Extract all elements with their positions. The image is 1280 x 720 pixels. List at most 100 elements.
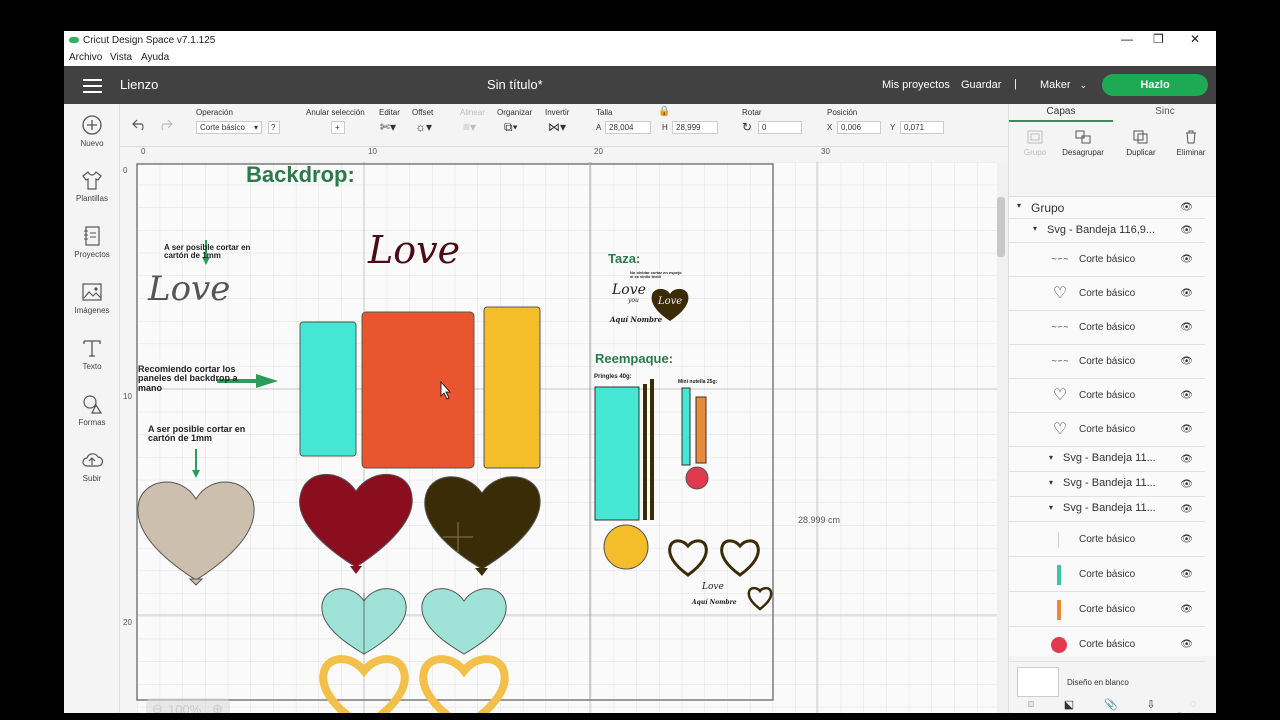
- x-input[interactable]: 0,006: [837, 121, 881, 134]
- eye-icon[interactable]: 👁: [1180, 356, 1193, 367]
- lock-icon[interactable]: 🔒: [658, 106, 670, 117]
- layer-row-subgroup[interactable]: ▾ Svg - Bandeja 11... 👁: [1009, 497, 1205, 522]
- note-cut-cardboard[interactable]: A ser posible cortar en cartón de 1mm: [148, 424, 248, 444]
- reempaque-title[interactable]: Reempaque:: [595, 352, 673, 366]
- collapse-icon[interactable]: ▾: [1017, 201, 1021, 210]
- layer-row-item[interactable]: Corte básico 👁: [1009, 627, 1205, 662]
- backdrop-title[interactable]: Backdrop:: [246, 163, 355, 186]
- love-script-gray[interactable]: Love: [148, 271, 230, 308]
- menu-vista[interactable]: Vista: [110, 52, 132, 63]
- sidebar-item-proyectos[interactable]: Proyectos: [64, 225, 120, 259]
- layer-row-item[interactable]: Corte básico 👁: [1009, 522, 1205, 557]
- eye-icon[interactable]: 👁: [1180, 225, 1193, 236]
- eye-icon[interactable]: 👁: [1180, 424, 1193, 435]
- layer-row-item[interactable]: ∼∽∼ Corte básico 👁: [1009, 243, 1205, 277]
- eye-icon[interactable]: 👁: [1180, 534, 1193, 545]
- my-projects-link[interactable]: Mis proyectos: [882, 79, 950, 91]
- undo-icon[interactable]: [132, 117, 148, 131]
- sidebar-item-imagenes[interactable]: Imágenes: [64, 281, 120, 315]
- attach-button[interactable]: 📎Adjuntar: [1089, 698, 1133, 713]
- taza-note[interactable]: No olvidar cortar en espejo si es vinilo…: [630, 270, 686, 279]
- canvas-scrollbar[interactable]: [997, 197, 1005, 257]
- close-button[interactable]: ✕: [1190, 32, 1200, 46]
- pringles-lid[interactable]: [603, 524, 649, 570]
- flip-icon[interactable]: ⋈▾: [548, 120, 566, 134]
- make-it-button[interactable]: Hazlo: [1102, 74, 1208, 96]
- eye-icon[interactable]: 👁: [1180, 504, 1193, 515]
- width-input[interactable]: 28,004: [605, 121, 651, 134]
- pringles-label[interactable]: Pringles 40g:: [594, 374, 632, 380]
- layer-row-item[interactable]: ♡ Corte básico 👁: [1009, 379, 1205, 413]
- eye-icon[interactable]: 👁: [1180, 390, 1193, 401]
- help-button[interactable]: ?: [268, 121, 280, 134]
- sidebar-item-texto[interactable]: Texto: [64, 337, 120, 371]
- sidebar-item-nuevo[interactable]: Nuevo: [64, 114, 120, 148]
- hamburger-menu-icon[interactable]: [83, 79, 102, 93]
- layer-row-item[interactable]: ∼∽∼ Corte básico 👁: [1009, 311, 1205, 345]
- eye-icon[interactable]: 👁: [1180, 569, 1193, 580]
- edit-tools-icon[interactable]: ✄▾: [380, 120, 396, 134]
- ungroup-button[interactable]: Desagrupar: [1057, 130, 1109, 157]
- panel-orange[interactable]: [361, 311, 475, 469]
- eye-icon[interactable]: 👁: [1180, 604, 1193, 615]
- layer-row-group[interactable]: ▾ Grupo 👁: [1009, 197, 1205, 219]
- love-script-dark[interactable]: Love: [368, 230, 460, 271]
- zoom-in-icon[interactable]: ⊕: [212, 701, 223, 713]
- taza-title[interactable]: Taza:: [608, 252, 640, 266]
- eye-icon[interactable]: 👁: [1180, 202, 1193, 213]
- panel-yellow[interactable]: [483, 306, 541, 469]
- redo-icon[interactable]: [157, 117, 173, 131]
- note-cut-cardboard[interactable]: A ser posible cortar en cartón de 1mm: [164, 243, 259, 261]
- collapse-icon[interactable]: ▾: [1033, 224, 1037, 233]
- note-hand-cut[interactable]: Recomiendo cortar los paneles del backdr…: [138, 364, 238, 393]
- eye-icon[interactable]: 👁: [1180, 322, 1193, 333]
- sidebar-item-formas[interactable]: Formas: [64, 393, 120, 427]
- sidebar-item-subir[interactable]: Subir: [64, 449, 120, 483]
- tab-sinc[interactable]: Sinc: [1113, 106, 1216, 122]
- nutella-wrap[interactable]: [681, 387, 691, 466]
- panel-turquoise[interactable]: [299, 321, 357, 457]
- zoom-out-icon[interactable]: ⊖: [152, 701, 163, 713]
- small-name[interactable]: Aquí Nombre: [692, 599, 737, 606]
- tab-capas[interactable]: Capas: [1009, 106, 1113, 122]
- layer-row-item[interactable]: Corte básico 👁: [1009, 592, 1205, 627]
- deselect-button[interactable]: +: [331, 121, 345, 134]
- flatten-button[interactable]: ⇩Aplanar: [1129, 698, 1173, 713]
- small-love[interactable]: Love: [702, 582, 724, 592]
- eye-icon[interactable]: 👁: [1180, 479, 1193, 490]
- eye-icon[interactable]: 👁: [1180, 254, 1193, 265]
- duplicate-button[interactable]: Duplicar: [1115, 130, 1167, 157]
- rotate-input[interactable]: 0: [758, 121, 802, 134]
- offset-icon[interactable]: ☼▾: [415, 120, 432, 134]
- operation-select[interactable]: Corte básico ▾: [196, 121, 262, 134]
- collapse-icon[interactable]: ▾: [1049, 503, 1053, 512]
- eye-icon[interactable]: 👁: [1180, 454, 1193, 465]
- layer-row-subgroup[interactable]: ▾ Svg - Bandeja 11... 👁: [1009, 472, 1205, 497]
- layer-row-subgroup[interactable]: ▾ Svg - Bandeja 11... 👁: [1009, 447, 1205, 472]
- zoom-control[interactable]: ⊖ 100% ⊕: [146, 698, 230, 713]
- design-canvas[interactable]: 0 10 20 30 0 10 20 Backdrop: A ser posib…: [120, 147, 1008, 713]
- layer-row-item[interactable]: ♡ Corte básico 👁: [1009, 413, 1205, 447]
- layer-row-subgroup[interactable]: ▾ Svg - Bandeja 116,9... 👁: [1009, 219, 1205, 243]
- y-input[interactable]: 0,071: [900, 121, 944, 134]
- layer-row-item[interactable]: ∼∽∼ Corte básico 👁: [1009, 345, 1205, 379]
- collapse-icon[interactable]: ▾: [1049, 478, 1053, 487]
- menu-archivo[interactable]: Archivo: [69, 52, 102, 63]
- collapse-icon[interactable]: ▾: [1049, 453, 1053, 462]
- height-input[interactable]: 28,999: [672, 121, 718, 134]
- restore-button[interactable]: ❐: [1153, 32, 1164, 46]
- menu-ayuda[interactable]: Ayuda: [141, 52, 169, 63]
- eye-icon[interactable]: 👁: [1180, 288, 1193, 299]
- taza-love[interactable]: Love: [612, 283, 646, 298]
- weld-button[interactable]: ⬕Soldar: [1047, 698, 1091, 713]
- taza-name[interactable]: Aquí Nombre: [610, 316, 662, 324]
- layer-row-item[interactable]: Corte básico 👁: [1009, 557, 1205, 592]
- canvas-color-swatch[interactable]: [1017, 667, 1059, 697]
- nutella-lid[interactable]: [685, 466, 709, 490]
- sidebar-item-plantillas[interactable]: Plantillas: [64, 169, 120, 203]
- minimize-button[interactable]: —: [1121, 32, 1133, 46]
- eye-icon[interactable]: 👁: [1180, 639, 1193, 650]
- delete-button[interactable]: Eliminar: [1165, 130, 1216, 157]
- machine-select[interactable]: Maker ⌄: [1040, 79, 1087, 91]
- pringles-wrap[interactable]: [594, 386, 640, 521]
